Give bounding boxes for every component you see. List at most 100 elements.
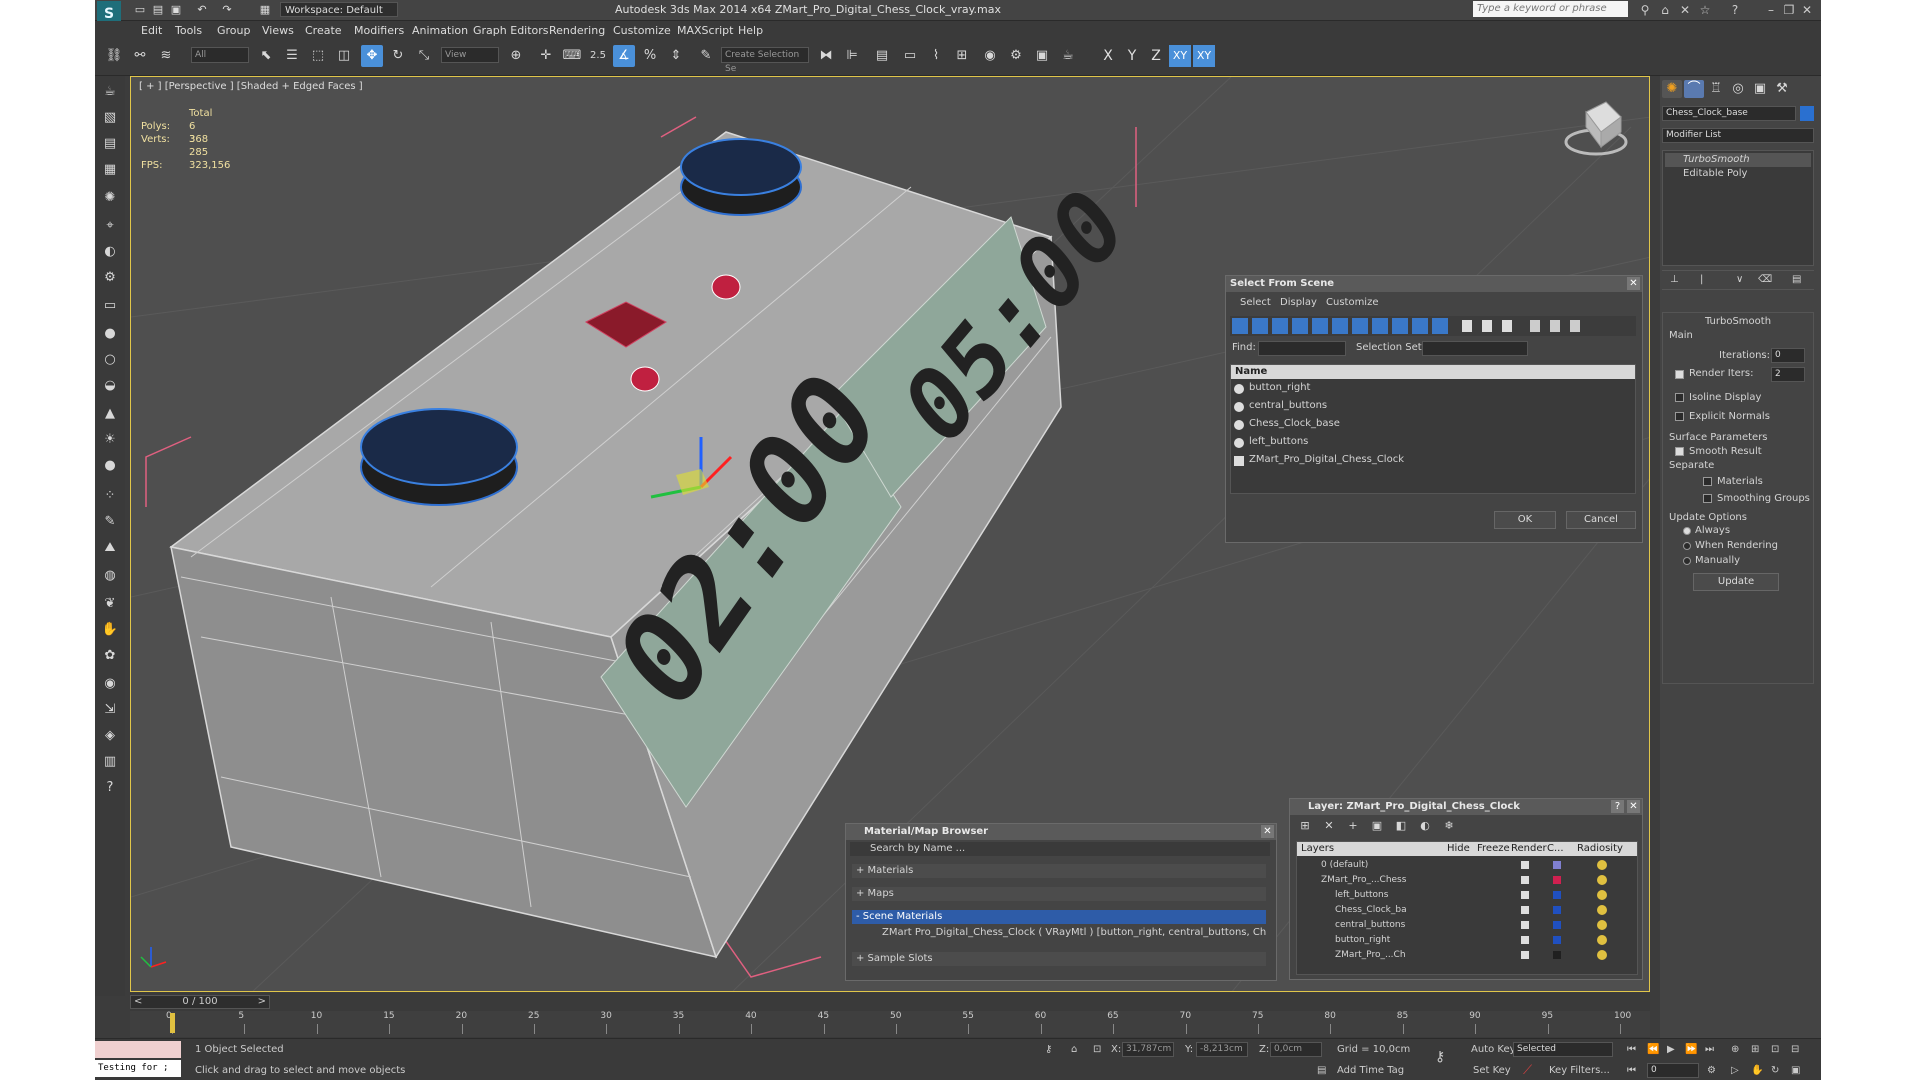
graphite-ribbon-icon[interactable]: ▭: [899, 45, 921, 67]
col-radiosity[interactable]: Radiosity: [1577, 842, 1623, 856]
rect-selection-icon[interactable]: ⬚: [307, 45, 329, 67]
prev-frame-icon[interactable]: ⏪: [1647, 1044, 1659, 1055]
zoom-icon[interactable]: ⊕: [1731, 1044, 1739, 1055]
sphere-icon[interactable]: ●: [100, 324, 120, 344]
col-layers[interactable]: Layers: [1301, 842, 1334, 856]
list-item[interactable]: central_buttons: [1249, 399, 1327, 413]
layer-manager-icon[interactable]: ▤: [871, 45, 893, 67]
key-filters-button[interactable]: Key Filters...: [1549, 1065, 1610, 1076]
material-browser-close-icon[interactable]: ✕: [1261, 825, 1274, 838]
freeze-all-icon[interactable]: ❄: [1440, 817, 1458, 835]
add-time-tag-icon[interactable]: ▤: [1317, 1065, 1326, 1076]
pan-icon[interactable]: ✋: [1751, 1065, 1763, 1076]
time-prev-icon[interactable]: <: [134, 996, 142, 1008]
view-cube[interactable]: [1564, 101, 1628, 156]
list-item[interactable]: left_buttons: [1249, 435, 1308, 449]
axis-xy-cycle-button[interactable]: XY: [1193, 45, 1215, 67]
bind-space-warp-icon[interactable]: ≋: [155, 45, 177, 67]
radiosity-icon[interactable]: [1597, 935, 1607, 945]
search-input[interactable]: Type a keyword or phrase: [1473, 1, 1628, 17]
col-freeze[interactable]: Freeze: [1477, 842, 1510, 856]
keyboard-shortcut-icon[interactable]: ⌨: [561, 45, 583, 67]
workspace-dropdown[interactable]: Workspace: Default: [280, 2, 398, 17]
render-icon[interactable]: ◈: [100, 726, 120, 746]
layer-color-swatch[interactable]: [1553, 891, 1561, 899]
name-column-header[interactable]: Name: [1231, 365, 1635, 379]
selection-filter-dropdown[interactable]: All: [191, 47, 249, 63]
radiosity-icon[interactable]: [1597, 890, 1607, 900]
select-dialog-title[interactable]: Select From Scene: [1226, 276, 1642, 292]
sun-icon[interactable]: ☀: [100, 430, 120, 450]
schematic-view-icon[interactable]: ⊞: [951, 45, 973, 67]
angle-snap-icon[interactable]: ∡: [613, 45, 635, 67]
select-object-icon[interactable]: ⬉: [255, 45, 277, 67]
material-search-input[interactable]: Search by Name ...: [850, 842, 1270, 856]
time-cursor[interactable]: [170, 1013, 175, 1033]
zoom-all-icon[interactable]: ⊞: [1751, 1044, 1759, 1055]
align-icon[interactable]: ⊫: [841, 45, 863, 67]
scene-material-item[interactable]: ZMart Pro_Digital_Chess_Clock ( VRayMtl …: [864, 926, 1266, 940]
hair-icon[interactable]: ✿: [100, 646, 120, 666]
play-icon[interactable]: ▶: [1667, 1044, 1675, 1055]
save-icon[interactable]: ▣: [169, 3, 183, 17]
next-frame-icon[interactable]: ⏩: [1685, 1044, 1697, 1055]
explicit-normals-checkbox[interactable]: [1675, 412, 1684, 421]
close-icon[interactable]: ✕: [1799, 2, 1815, 18]
smooth-result-checkbox[interactable]: [1675, 447, 1684, 456]
menu-group[interactable]: Group: [217, 24, 251, 37]
orbit-icon[interactable]: ↻: [1771, 1065, 1779, 1076]
radiosity-icon[interactable]: [1597, 875, 1607, 885]
globe-icon[interactable]: ◍: [100, 566, 120, 586]
group-maps[interactable]: + Maps: [852, 887, 1266, 901]
select-menu-customize[interactable]: Customize: [1326, 296, 1379, 310]
modifier-list-dropdown[interactable]: Modifier List: [1662, 128, 1814, 143]
render-production-icon[interactable]: ☕: [1057, 45, 1079, 67]
menu-edit[interactable]: Edit: [141, 24, 162, 37]
select-menu-select[interactable]: Select: [1240, 296, 1271, 310]
track-bar[interactable]: 0 5 10 15 20 25 30 35 40 45 50 55 60 65 70 75 80 85 90 95 10…: [130, 1011, 1650, 1037]
always-radio[interactable]: [1683, 527, 1691, 535]
zoom-extents-icon[interactable]: ⊡: [1771, 1044, 1779, 1055]
configure-modifier-icon[interactable]: ▤: [1792, 273, 1801, 287]
redo-icon[interactable]: ↷: [220, 3, 234, 17]
speaker-icon[interactable]: ◐: [100, 242, 120, 262]
highlight-layer-icon[interactable]: ◧: [1392, 817, 1410, 835]
print-icon[interactable]: ▥: [100, 752, 120, 772]
menu-rendering[interactable]: Rendering: [549, 24, 605, 37]
rendered-frame-window-icon[interactable]: ▣: [1031, 45, 1053, 67]
layer-row-name[interactable]: central_buttons: [1335, 918, 1405, 932]
layer-dialog-title[interactable]: Layer: ZMart_Pro_Digital_Chess_Clock: [1290, 799, 1642, 815]
menu-tools[interactable]: Tools: [175, 24, 202, 37]
select-menu-display[interactable]: Display: [1280, 296, 1317, 310]
list-item[interactable]: ZMart_Pro_Digital_Chess_Clock: [1249, 453, 1404, 467]
display-tab-icon[interactable]: ▣: [1750, 80, 1770, 98]
key-icon[interactable]: ⚷: [1435, 1049, 1445, 1065]
y-coord-field[interactable]: -8,213cm: [1196, 1042, 1248, 1057]
object-color-swatch[interactable]: [1800, 106, 1814, 121]
maxscript-listener-top[interactable]: [95, 1041, 181, 1058]
layer-color-swatch[interactable]: [1553, 921, 1561, 929]
hierarchy-tab-icon[interactable]: ♖: [1706, 80, 1726, 98]
list-item[interactable]: Chess_Clock_base: [1249, 417, 1340, 431]
time-config-icon[interactable]: ⚙: [1707, 1065, 1716, 1076]
spinner-snap-icon[interactable]: ⇕: [665, 45, 687, 67]
time-slider[interactable]: < 0 / 100 >: [130, 995, 270, 1009]
remove-modifier-icon[interactable]: ⌫: [1758, 273, 1772, 287]
torus-icon[interactable]: ○: [100, 350, 120, 370]
create-layer-icon[interactable]: ⊞: [1296, 817, 1314, 835]
utilities-tab-icon[interactable]: ⚒: [1772, 80, 1792, 98]
list-item[interactable]: button_right: [1249, 381, 1310, 395]
group-materials[interactable]: + Materials: [852, 864, 1266, 878]
plant-icon[interactable]: ❦: [100, 594, 120, 614]
menu-help[interactable]: Help: [738, 24, 763, 37]
layer-color-swatch[interactable]: [1553, 861, 1561, 869]
viewport-label[interactable]: [ + ] [Perspective ] [Shaded + Edged Fac…: [139, 81, 363, 92]
render-toggle-icon[interactable]: [1521, 906, 1529, 914]
axis-xy-button[interactable]: XY: [1169, 45, 1191, 67]
select-filter-icons[interactable]: [1230, 316, 1636, 336]
materials-checkbox[interactable]: [1703, 477, 1712, 486]
subscription-icon[interactable]: ⌂: [1657, 2, 1673, 18]
teapot-icon[interactable]: ☕: [100, 82, 120, 102]
question-icon[interactable]: ?: [100, 778, 120, 798]
transform-icon[interactable]: ⇲: [100, 700, 120, 720]
